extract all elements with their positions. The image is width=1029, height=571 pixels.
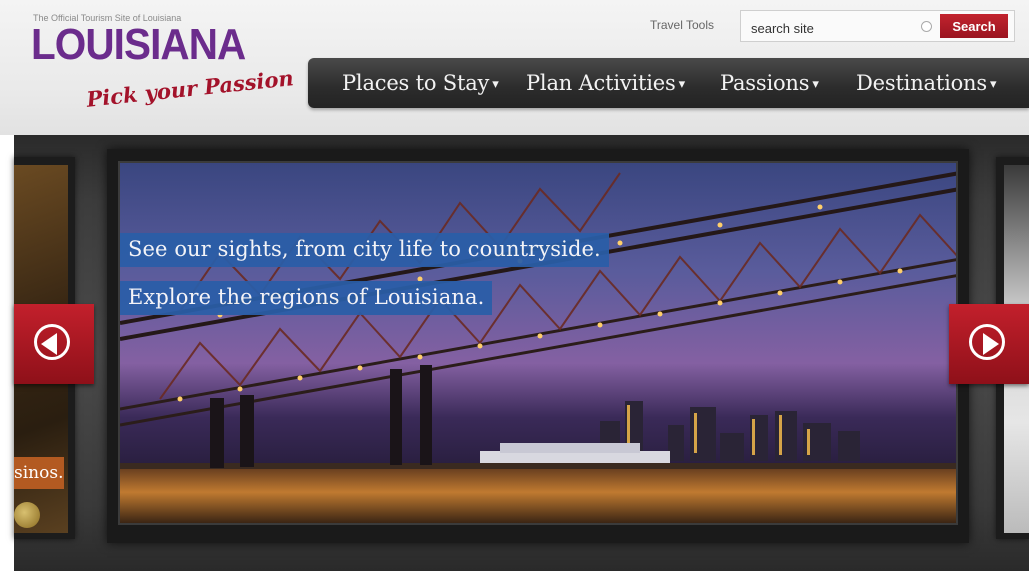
caret-down-icon: ▾ — [678, 77, 686, 92]
clear-search-icon[interactable] — [921, 21, 932, 32]
nav-label: Places to Stay — [342, 71, 490, 95]
arrow-left-icon — [41, 333, 57, 355]
nav-label: Plan Activities — [526, 71, 676, 95]
nav-passions[interactable]: Passions ▾ — [720, 71, 819, 95]
caret-down-icon: ▾ — [812, 77, 819, 92]
arrow-right-icon — [983, 333, 999, 355]
carousel-prev-button[interactable] — [14, 304, 94, 384]
caret-down-icon: ▾ — [989, 77, 997, 92]
nav-label: Passions — [720, 71, 810, 95]
search-bar: Search — [740, 10, 1015, 42]
nav-destinations[interactable]: Destinations ▾ — [856, 71, 996, 95]
nav-label: Destinations — [856, 71, 987, 95]
slide-caption-line2[interactable]: Explore the regions of Louisiana. — [120, 281, 493, 315]
caret-down-icon: ▾ — [492, 77, 499, 92]
current-slide[interactable]: See our sights, from city life to countr… — [118, 161, 958, 525]
main-nav: Places to Stay ▾ Plan Activities ▾ Passion… — [308, 58, 1029, 108]
travel-tools-link[interactable]: Travel Tools — [650, 18, 714, 32]
site-header: The Official Tourism Site of Louisiana L… — [0, 0, 1029, 135]
previous-slide-caption: sinos. — [14, 457, 64, 489]
nav-plan-activities[interactable]: Plan Activities ▾ — [526, 71, 685, 95]
hero-carousel: sinos. See our sights, from city life to… — [14, 135, 1029, 571]
casino-chip-image — [14, 502, 40, 528]
logo-slogan: Pick your Passion — [85, 65, 295, 112]
current-slide-frame: See our sights, from city life to countr… — [107, 149, 969, 543]
carousel-next-button[interactable] — [949, 304, 1029, 384]
nav-places-to-stay[interactable]: Places to Stay ▾ — [342, 71, 499, 95]
bridge-skyline-photo — [120, 163, 956, 523]
search-button[interactable]: Search — [940, 14, 1008, 38]
search-input[interactable] — [747, 16, 925, 40]
louisiana-logo[interactable]: LOUISIANA — [31, 23, 246, 67]
slide-caption-line1: See our sights, from city life to countr… — [120, 233, 609, 267]
